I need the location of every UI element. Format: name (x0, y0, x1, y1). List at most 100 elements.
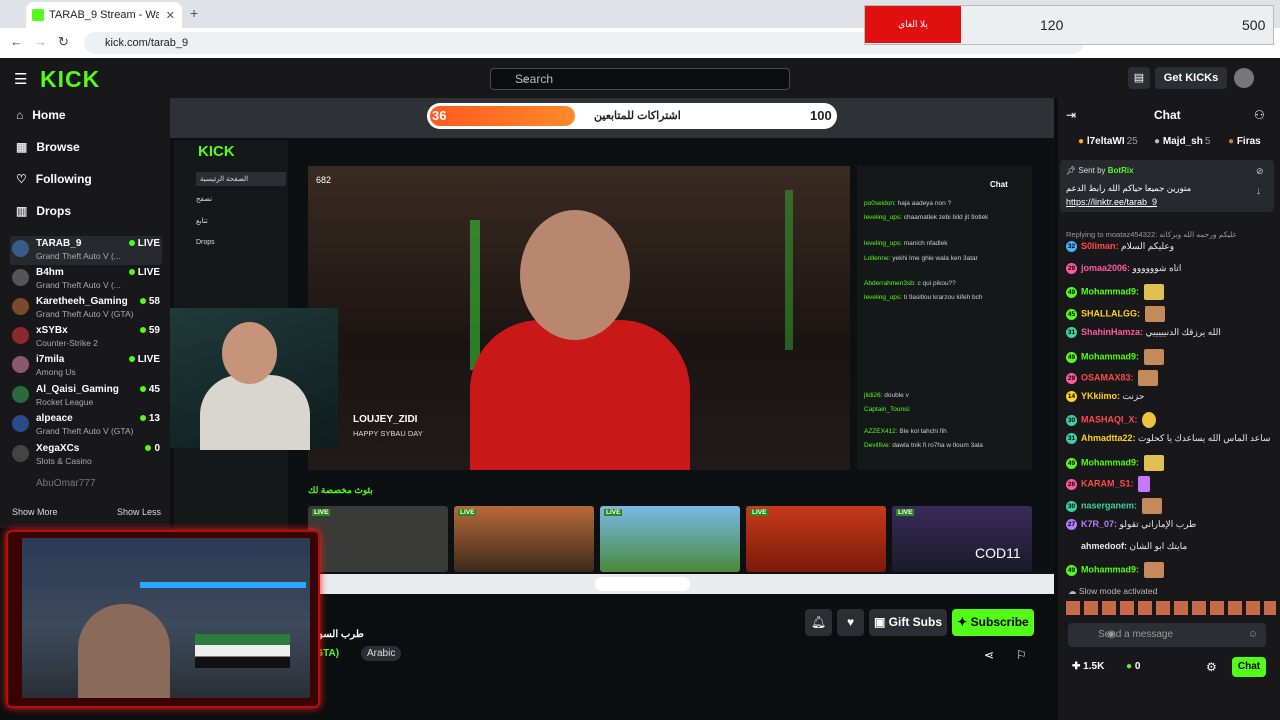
sidebar-channel-al-qaisi-gaming[interactable]: Al_Qaisi_Gaming Rocket League 45 (10, 382, 162, 411)
facecam-person-head (222, 322, 277, 384)
stream-goal-target: 100 (810, 108, 832, 123)
sidebar-channel-tarab-9[interactable]: TARAB_9 Grand Theft Auto V (... LIVE (10, 236, 162, 265)
language-tag[interactable]: Arabic (361, 646, 402, 661)
top-gifter[interactable]: ● Majd_sh 5 (1154, 136, 1210, 147)
chat-message[interactable]: 49 Mohammad9: (1066, 562, 1276, 578)
bell-icon[interactable]: 🔔︎ (805, 609, 832, 636)
stream-inner-streamer-name: LOUJEY_ZIDI (353, 414, 418, 425)
sidebar-channel-xsybx[interactable]: xSYBx Counter-Strike 2 59 (10, 323, 162, 352)
sidebar-channel-i7mila[interactable]: i7mila Among Us LIVE (10, 352, 162, 381)
stream-inner-chat (857, 166, 1032, 470)
new-tab-button[interactable]: + (190, 5, 198, 21)
chat-message[interactable]: 32 S0liman: وعليكم السلام (1066, 241, 1276, 253)
chat-message[interactable]: 49 Mohammad9: (1066, 284, 1276, 300)
expand-pinned-icon[interactable]: ↓ (1256, 186, 1261, 197)
sidebar-nav-home[interactable]: ⌂ Home (16, 108, 66, 122)
get-kicks-button[interactable]: Get KICKs (1155, 67, 1227, 89)
likes-counter[interactable]: ✚ 1.5K (1072, 661, 1104, 672)
chat-message[interactable]: 49 Mohammad9: (1066, 349, 1276, 365)
gift-subs-button[interactable]: ▣ Gift Subs (869, 609, 947, 636)
chat-message[interactable]: 30 naserganem: (1066, 498, 1276, 514)
channel-viewers: LIVE (129, 238, 160, 249)
show-less-button[interactable]: Show Less (117, 507, 161, 517)
chat-message[interactable]: 49 Mohammad9: (1066, 455, 1276, 471)
browser-tab[interactable]: TARAB_9 Stream - Watch Li ✕ (26, 2, 182, 28)
sidebar-channel-alpeace[interactable]: alpeace Grand Theft Auto V (GTA) 13 (10, 411, 162, 440)
slow-mode-text: Slow mode activated (1078, 586, 1158, 596)
emote-quick-bar[interactable] (1066, 601, 1276, 615)
forward-arrow-icon[interactable]: → (34, 34, 47, 49)
back-arrow-icon[interactable]: ← (10, 34, 23, 49)
top-gifter[interactable]: ● l7eltaWI 25 (1078, 136, 1138, 147)
top-gifter[interactable]: ● Firas (1228, 136, 1263, 147)
stream-inner-thumbnail: LIVE (600, 506, 740, 572)
kick-logo[interactable]: KICK (40, 66, 100, 93)
webcam-neon-light (140, 548, 306, 588)
reload-icon[interactable]: ↻ (58, 34, 69, 50)
pinned-sender: 📌︎ Sent by BotRix (1066, 166, 1134, 175)
sidebar-channel-xegaxcs[interactable]: XegaXCs Slots & Casino 0 (10, 441, 162, 470)
home-icon: ⌂ (16, 108, 24, 122)
report-icon[interactable]: ⚐ (1016, 648, 1027, 662)
follow-heart-icon[interactable]: ♥ (837, 609, 864, 636)
collapse-chat-icon[interactable]: ⇥ (1066, 108, 1076, 122)
show-more-button[interactable]: Show More (12, 507, 58, 517)
chat-message[interactable]: 27 K7R_07: طرب الإماراتي تقولو (1066, 519, 1276, 531)
chat-settings-gear-icon[interactable]: ⚙ (1206, 660, 1217, 674)
stream-inner-nav-item: تصفح (196, 196, 213, 203)
chat-message[interactable]: 14 YKkiimo: حزنت (1066, 391, 1276, 403)
channel-viewers: 45 (140, 384, 160, 395)
user-avatar[interactable] (1234, 68, 1254, 88)
channel-viewers: 58 (140, 296, 160, 307)
chat-message-input[interactable]: ◉ Send a message ☺ (1068, 623, 1266, 647)
chat-send-button[interactable]: Chat (1232, 657, 1266, 677)
emoji-icon[interactable]: ☺ (1248, 623, 1258, 647)
library-icon[interactable]: ▤ (1128, 67, 1150, 89)
unpin-icon[interactable]: ⊘ (1256, 166, 1264, 177)
chat-message[interactable]: 29 OSAMAX83: (1066, 370, 1276, 386)
search-placeholder: Search (515, 72, 554, 86)
menu-icon[interactable]: ☰ (14, 70, 27, 88)
pinned-message-link[interactable]: https://linktr.ee/tarab_9 (1066, 197, 1157, 207)
stream-inner-chat-message: leveling_ups: chaamatlek zebi bild jit 9… (864, 214, 989, 221)
share-icon[interactable]: ⋖ (984, 648, 994, 662)
sidebar-channel-karetheeh-gaming[interactable]: Karetheeh_Gaming Grand Theft Auto V (GTA… (10, 294, 162, 323)
chat-message[interactable]: 45 SHALLALGG: (1066, 306, 1276, 322)
stream-inner-thumbnail: LIVE (746, 506, 886, 572)
chat-badge-icon: ◉ (1107, 629, 1116, 640)
sidebar-offline-channel[interactable]: AbuOmar777 (36, 478, 95, 489)
stream-inner-thumbnail: LIVE (892, 506, 1032, 572)
chat-message[interactable]: 29 jomaa2006: اتاه شوووووو (1066, 263, 1276, 275)
chat-users-icon[interactable]: ⚇ (1254, 108, 1265, 122)
channel-name: B4hm (36, 267, 64, 278)
chat-message[interactable]: ahmedoof: مايتك ابو الشان (1066, 541, 1276, 553)
sidebar-channel-b4hm[interactable]: B4hm Grand Theft Auto V (... LIVE (10, 265, 162, 294)
close-tab-icon[interactable]: ✕ (166, 9, 175, 22)
chat-message[interactable]: 31 Ahmadtta22: ساعد الماس الله يساعدك يا … (1066, 433, 1276, 445)
stream-inner-nav-item: تتابع (196, 218, 208, 225)
chat-message[interactable]: 31 ShahinHamza: الله يرزقك الدنيييييي (1066, 327, 1276, 339)
chat-emote (1141, 498, 1162, 514)
stream-inner-taskbar-search (595, 577, 690, 591)
sidebar-nav-following[interactable]: ♡ Following (16, 172, 92, 186)
kicks-coin-icon: ● (1126, 661, 1135, 672)
slow-mode-icon: ☁ (1068, 586, 1079, 596)
slow-mode-notice: ☁ Slow mode activated (1068, 586, 1157, 597)
chat-message[interactable]: 26 KARAM_S1: (1066, 476, 1276, 492)
like-icon: ✚ (1072, 661, 1084, 672)
kicks-counter[interactable]: ● 0 (1126, 661, 1140, 672)
subscribe-button[interactable]: ✦ Subscribe (952, 609, 1034, 636)
likes-value: 1.5K (1083, 661, 1105, 672)
stream-inner-thumbnail: LIVE (308, 506, 448, 572)
sidebar-nav-drops[interactable]: ▥ Drops (16, 204, 71, 218)
chat-message[interactable]: 30 MASHAQI_X: (1066, 412, 1276, 428)
channel-game: Counter-Strike 2 (36, 338, 98, 348)
channel-name: alpeace (36, 413, 73, 424)
chat-emote (1143, 284, 1164, 300)
search-input[interactable]: ⌕ Search (490, 68, 790, 90)
gifter-rank-icon: ● (1154, 136, 1163, 147)
overlay-goal-current: 120 (1040, 17, 1064, 33)
kicks-value: 0 (1134, 661, 1141, 672)
sidebar-nav-browse[interactable]: ▦ Browse (16, 140, 80, 154)
channel-game: Grand Theft Auto V (... (36, 251, 121, 261)
